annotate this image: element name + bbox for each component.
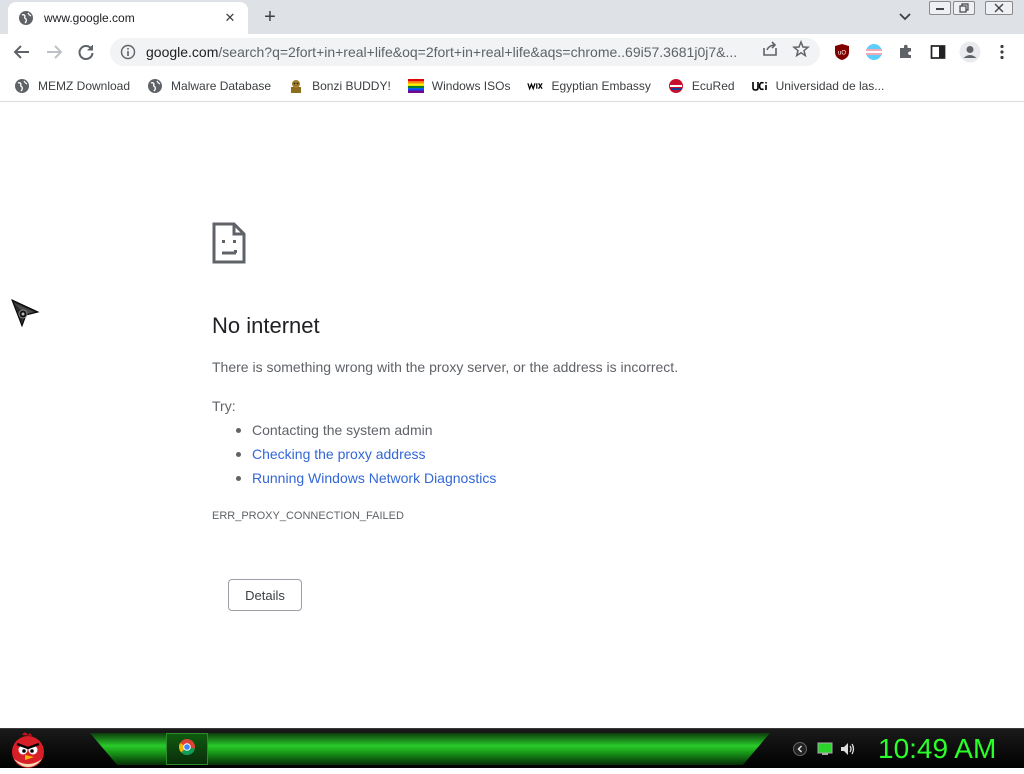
rainbow-flag-icon — [407, 78, 424, 94]
suggestion-network-diagnostics-link[interactable]: Running Windows Network Diagnostics — [235, 470, 496, 494]
error-code: ERR_PROXY_CONNECTION_FAILED — [212, 510, 404, 522]
network-monitor-icon[interactable] — [817, 741, 833, 757]
ecured-icon — [668, 78, 684, 94]
url-text[interactable]: google.com/search?q=2fort+in+real+life&o… — [146, 44, 756, 60]
svg-text:uO: uO — [838, 51, 846, 57]
new-tab-button[interactable]: + — [258, 6, 282, 28]
suggestion-contact-admin: Contacting the system admin — [235, 422, 496, 446]
angry-bird-start-icon[interactable] — [8, 729, 48, 769]
error-description: There is something wrong with the proxy … — [212, 359, 679, 375]
bookmark-star-icon[interactable] — [792, 40, 810, 58]
browser-toolbar: google.com/search?q=2fort+in+real+life&o… — [0, 34, 1024, 70]
bookmark-malware-database[interactable]: Malware Database — [147, 78, 271, 94]
side-panel-icon[interactable] — [928, 42, 948, 62]
bookmark-egyptian-embassy[interactable]: Egyptian Embassy — [527, 78, 651, 94]
taskbar-chrome-button[interactable] — [166, 733, 208, 765]
taskbar: 10:49 AM — [0, 728, 1024, 768]
forward-button[interactable] — [42, 40, 66, 64]
sad-document-icon — [212, 222, 246, 264]
tab-strip: www.google.com ✕ + — [0, 0, 1024, 34]
close-window-button[interactable] — [985, 1, 1013, 15]
suggestion-check-proxy-link[interactable]: Checking the proxy address — [235, 446, 496, 470]
bookmark-universidad[interactable]: Universidad de las... — [751, 78, 884, 94]
site-info-icon[interactable] — [120, 44, 136, 60]
mouse-cursor-icon — [10, 298, 40, 328]
page-content: No internet There is something wrong wit… — [0, 103, 1024, 728]
tab-title: www.google.com — [44, 11, 135, 25]
back-button[interactable] — [10, 40, 34, 64]
bookmark-memz-download[interactable]: MEMZ Download — [14, 78, 130, 94]
bookmark-bonzi-buddy[interactable]: Bonzi BUDDY! — [288, 78, 391, 94]
bookmark-windows-isos[interactable]: Windows ISOs — [407, 78, 510, 94]
volume-icon[interactable] — [840, 741, 856, 757]
wix-icon — [527, 78, 544, 94]
try-label: Try: — [212, 398, 236, 414]
uci-icon — [751, 78, 768, 94]
chrome-menu-icon[interactable] — [992, 42, 1012, 62]
extensions-puzzle-icon[interactable] — [896, 42, 916, 62]
trans-flag-extension-icon[interactable] — [864, 42, 884, 62]
bookmarks-bar: MEMZ Download Malware Database Bonzi BUD… — [0, 70, 1024, 102]
tray-chevron-icon[interactable] — [792, 741, 808, 757]
address-bar[interactable]: google.com/search?q=2fort+in+real+life&o… — [110, 38, 820, 66]
details-button[interactable]: Details — [228, 579, 302, 611]
browser-tab[interactable]: www.google.com ✕ — [8, 2, 248, 34]
bookmark-ecured[interactable]: EcuRed — [668, 78, 735, 94]
ublock-origin-icon[interactable]: uO — [832, 42, 852, 62]
tab-search-icon[interactable] — [894, 6, 916, 28]
profile-avatar-icon[interactable] — [958, 40, 982, 64]
globe-icon — [18, 10, 34, 26]
minimize-button[interactable] — [929, 1, 951, 15]
share-icon[interactable] — [761, 40, 779, 58]
globe-icon — [147, 78, 163, 94]
reload-button[interactable] — [74, 40, 98, 64]
error-title: No internet — [212, 313, 320, 338]
chrome-icon — [178, 738, 196, 761]
taskbar-clock[interactable]: 10:49 AM — [878, 733, 996, 765]
bonzi-icon — [288, 78, 304, 94]
globe-icon — [14, 78, 30, 94]
close-tab-icon[interactable]: ✕ — [222, 10, 238, 26]
suggestions-list: Contacting the system admin Checking the… — [235, 422, 496, 494]
restore-button[interactable] — [953, 1, 975, 15]
